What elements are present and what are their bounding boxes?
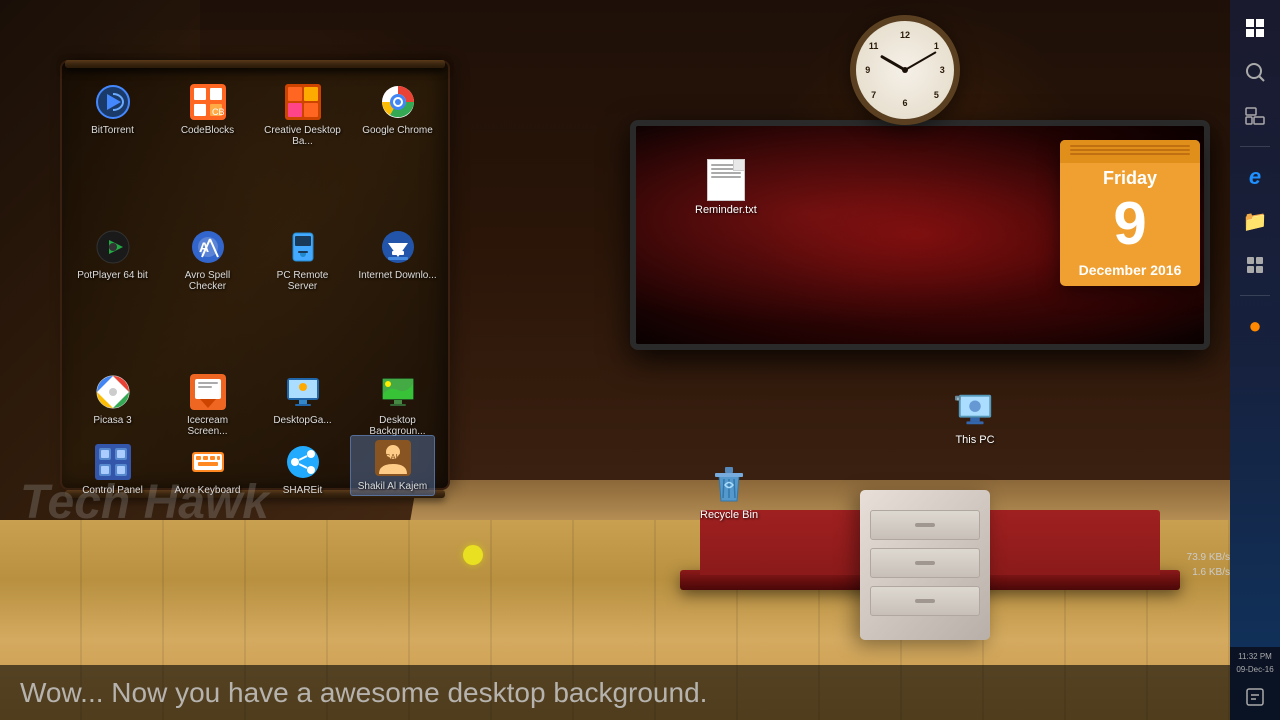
shelf-label-shakil: Shakil Al Kajem (358, 481, 427, 492)
shelf-label-shareit: SHAREit (283, 485, 322, 496)
shelf-label-avro-spell: Avro Spell Checker (168, 270, 247, 292)
shelf-icon-control-panel[interactable]: Control Panel (70, 440, 155, 499)
calendar-date: 9 (1060, 189, 1200, 259)
txt-icon (707, 159, 745, 201)
shelf-label-desktopga: DesktopGa... (273, 415, 331, 426)
cabinet (860, 490, 990, 640)
download-speed: 73.9 KB/s (1187, 550, 1230, 565)
shelf-label-pc-remote: PC Remote Server (263, 270, 342, 292)
tray-time: 11:32 PM (1238, 652, 1272, 662)
desktop: BitTorrent CB CodeBlocks (0, 0, 1280, 720)
shelf-icon-avro-spell[interactable]: A Avro Spell Checker (165, 225, 250, 295)
calendar-spiral (1070, 145, 1190, 155)
shelf-label-bittorrent: BitTorrent (91, 125, 134, 136)
cal-line-1 (1070, 145, 1190, 147)
cal-line-2 (1070, 149, 1190, 151)
tray-date: 09-Dec-16 (1236, 665, 1273, 675)
clock-num-12: 12 (900, 30, 910, 40)
shelf-board-3 (65, 60, 445, 68)
clock-num-1: 1 (934, 41, 939, 51)
taskbar-orange-icon[interactable]: ● (1237, 308, 1273, 344)
clock-num-6: 6 (902, 98, 907, 108)
cabinet-drawer-2 (870, 548, 980, 578)
clock-num-11: 11 (869, 41, 879, 51)
shelf-icon-picasa[interactable]: Picasa 3 (70, 370, 155, 429)
cal-line-3 (1070, 153, 1190, 155)
shelf-label-icecream: Icecream Screen... (168, 415, 247, 437)
shelf-icon-potplayer[interactable]: PotPlayer 64 bit (70, 225, 155, 284)
speed-info: 73.9 KB/s 1.6 KB/s (1187, 550, 1230, 580)
cabinet-drawer-1 (870, 510, 980, 540)
shelf-label-potplayer: PotPlayer 64 bit (77, 270, 148, 281)
svg-text:SAK: SAK (385, 453, 402, 462)
shelf-label-internet-dl: Internet Downlo... (358, 270, 436, 281)
shelf-label-chrome: Google Chrome (362, 125, 433, 136)
bookshelf: BitTorrent CB CodeBlocks (60, 60, 450, 490)
clock-num-9: 9 (865, 65, 870, 75)
shelf-label-codeblocks: CodeBlocks (181, 125, 234, 136)
clock-num-7: 7 (871, 90, 876, 100)
clock-center (902, 67, 908, 73)
cabinet-drawers (870, 510, 980, 616)
taskbar-divider-2 (1240, 295, 1270, 296)
calendar-widget: Friday 9 December 2016 (1060, 140, 1200, 286)
shelf-label-avro-keyboard: Avro Keyboard (175, 485, 241, 496)
clock-num-5: 5 (934, 90, 939, 100)
clock-minute-hand (905, 51, 937, 71)
taskbar-divider-1 (1240, 146, 1270, 147)
shelf-icon-desktop-bg[interactable]: Desktop Backgroun... (355, 370, 440, 440)
taskbar-ie-button[interactable]: e (1237, 159, 1273, 195)
system-tray: 11:32 PM 09-Dec-16 (1230, 647, 1280, 720)
shelf-icon-codeblocks[interactable]: CB CodeBlocks (165, 80, 250, 139)
cabinet-drawer-3 (870, 586, 980, 616)
recycle-bin-label: Recycle Bin (700, 509, 758, 521)
shelf-label-creative: Creative Desktop Ba... (263, 125, 342, 147)
shelf-icon-shareit[interactable]: SHAREit (260, 440, 345, 499)
desktop-icon-reminder[interactable]: Reminder.txt (690, 155, 762, 221)
taskbar-store-button[interactable] (1237, 247, 1273, 283)
clock-face: 12 1 3 5 6 7 9 11 (850, 15, 960, 125)
upload-speed: 1.6 KB/s (1187, 565, 1230, 580)
calendar-header (1060, 140, 1200, 163)
svg-text:CB: CB (212, 107, 225, 117)
taskbar-notification-button[interactable] (1237, 679, 1273, 715)
shelf-icon-internet-dl[interactable]: Internet Downlo... (355, 225, 440, 284)
shelf-icon-bittorrent[interactable]: BitTorrent (70, 80, 155, 139)
this-pc-label: This PC (955, 434, 994, 446)
shelf-icon-shakil[interactable]: SAK Shakil Al Kajem (350, 435, 435, 496)
shelf-icon-pc-remote[interactable]: PC Remote Server (260, 225, 345, 295)
calendar-day-name: Friday (1060, 163, 1200, 189)
shelf-label-control-panel: Control Panel (82, 485, 143, 496)
taskbar-search-button[interactable] (1237, 54, 1273, 90)
taskbar-folder-button[interactable]: 📁 (1237, 203, 1273, 239)
wall-clock: 12 1 3 5 6 7 9 11 (850, 15, 960, 125)
shelf-icon-google-chrome[interactable]: Google Chrome (355, 80, 440, 139)
shelf-label-picasa: Picasa 3 (93, 415, 131, 426)
desktop-icon-recycle-bin[interactable]: Recycle Bin (695, 460, 763, 526)
calendar-month-year: December 2016 (1060, 259, 1200, 286)
reminder-label: Reminder.txt (695, 204, 757, 216)
clock-num-3: 3 (940, 65, 945, 75)
subtitle-bar: Wow... Now you have a awesome desktop ba… (0, 665, 1230, 720)
right-taskbar: e 📁 ● 11:32 PM 09-Dec-16 (1230, 0, 1280, 720)
taskbar-windows-button[interactable] (1237, 10, 1273, 46)
desktop-icon-this-pc[interactable]: This PC (950, 385, 1000, 451)
shelf-icon-icecream[interactable]: Icecream Screen... (165, 370, 250, 440)
shelf-icon-creative-desktop[interactable]: Creative Desktop Ba... (260, 80, 345, 150)
shelf-icon-desktopga[interactable]: DesktopGa... (260, 370, 345, 429)
taskbar-taskview-button[interactable] (1237, 98, 1273, 134)
shelf-icon-avro-keyboard[interactable]: Avro Keyboard (165, 440, 250, 499)
shelf-label-desktop-bg: Desktop Backgroun... (358, 415, 437, 437)
subtitle-text: Wow... Now you have a awesome desktop ba… (20, 677, 707, 709)
